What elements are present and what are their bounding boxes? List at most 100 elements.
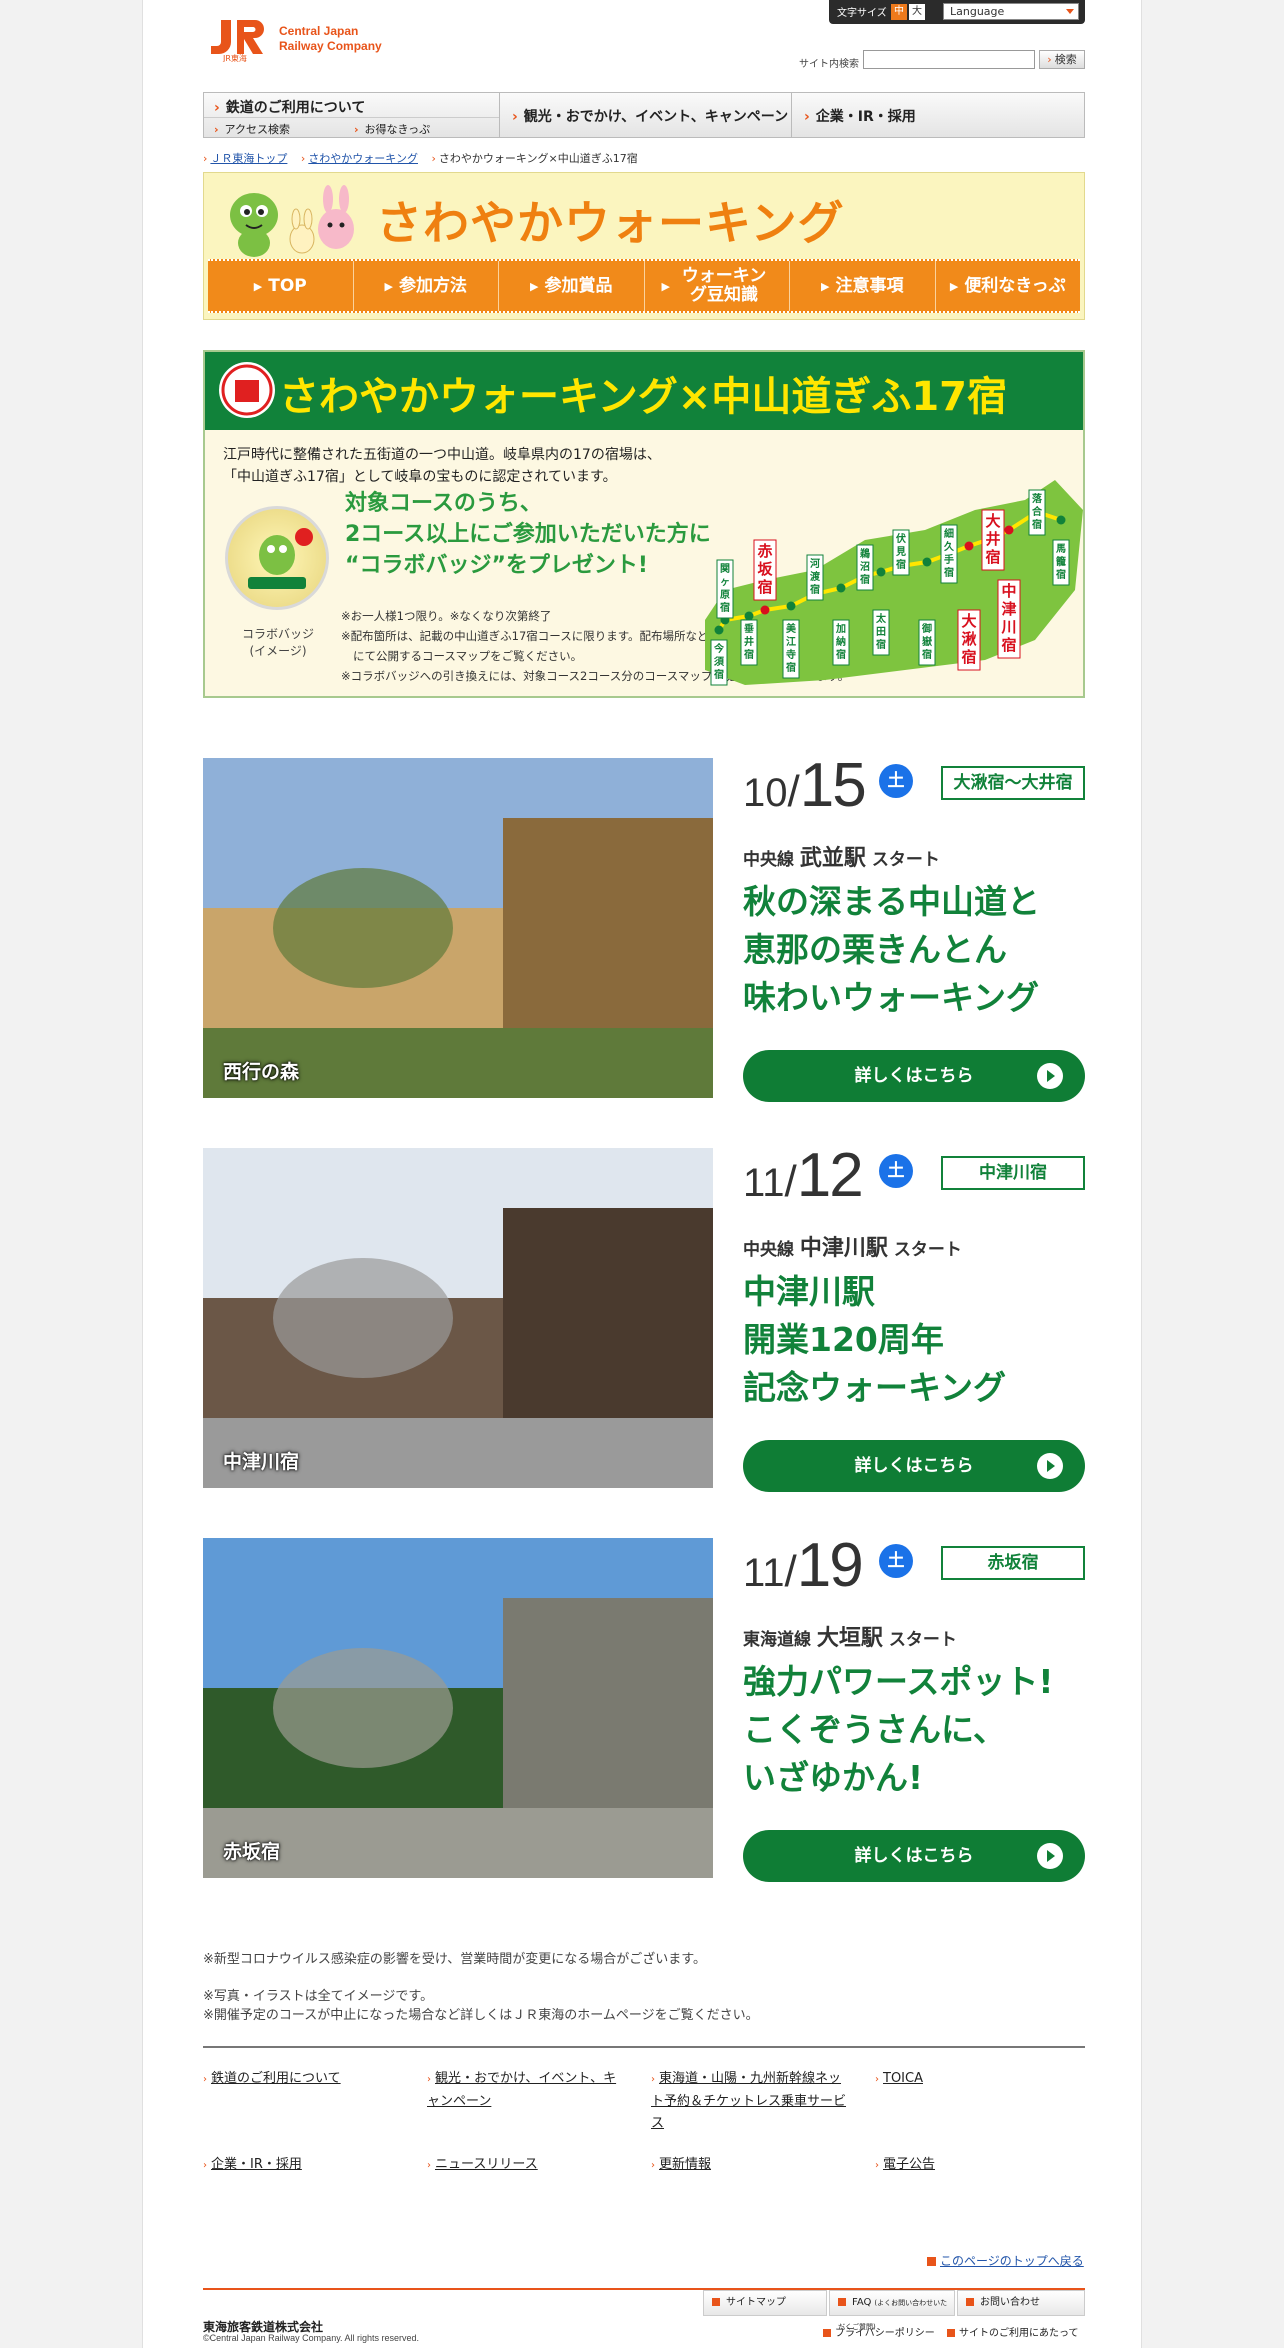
footer-link-shinkansen[interactable]: › 東海道・山陽・九州新幹線ネット予約＆チケットレス乗車サービス xyxy=(651,2068,851,2135)
bullet-icon: › xyxy=(203,2074,207,2085)
event-title-line1: 強力パワースポット! xyxy=(743,1662,1054,1701)
station-label: 赤坂宿 xyxy=(753,539,777,601)
gnav-tourism-label: 観光・おでかけ、イベント、キャンペーン xyxy=(523,109,789,125)
event-line-name: 中央線 xyxy=(743,1240,794,1260)
event-day: 15 xyxy=(799,751,867,820)
footer-tab-contact[interactable]: お問い合わせ xyxy=(957,2290,1085,2316)
event-start-station: 中央線 中津川駅 スタート xyxy=(743,1230,962,1262)
walking-nav-how-to-join[interactable]: ▶ 参加方法 xyxy=(354,261,499,311)
breadcrumb: › ＪＲ東海トップ › さわやかウォーキング › さわやかウォーキング×中山道ぎふ17… xyxy=(203,150,638,166)
footer-link-corporate[interactable]: › 企業・IR・採用 xyxy=(203,2154,403,2177)
event-date: 11/12 xyxy=(743,1141,864,1210)
footer-link-toica[interactable]: › TOICA xyxy=(875,2068,1075,2091)
back-to-top-label: このページのトップへ戻る xyxy=(940,2254,1084,2268)
event-title-line2: こくぞうさんに、 xyxy=(743,1710,1007,1749)
terms-label: サイトのご利用にあたって xyxy=(959,2328,1079,2339)
event-line-name: 東海道線 xyxy=(743,1630,811,1650)
bullet-icon: › xyxy=(651,2074,655,2085)
breadcrumb-walking[interactable]: さわやかウォーキング xyxy=(308,152,418,165)
search-button-label: 検索 xyxy=(1054,53,1077,66)
walking-nav-top[interactable]: ▶ TOP xyxy=(208,261,354,311)
event-post-town-tag: 中津川宿 xyxy=(941,1156,1085,1190)
event-photo: 西行の森 xyxy=(203,758,713,1098)
event-weekday-badge: 土 xyxy=(879,764,913,798)
search-button[interactable]: 検索 xyxy=(1039,50,1085,69)
breadcrumb-home[interactable]: ＪＲ東海トップ xyxy=(210,152,287,165)
event-details-button[interactable]: 詳しくはこちら xyxy=(743,1440,1085,1492)
walking-nav-prizes[interactable]: ▶ 参加賞品 xyxy=(499,261,645,311)
collab-campaign: さわやかウォーキング×中山道ぎふ17宿 江戸時代に整備された五街道の一つ中山道。… xyxy=(203,350,1085,698)
walking-nav-tickets[interactable]: ▶ 便利なきっぷ xyxy=(936,261,1081,311)
event-month: 11 xyxy=(743,1551,785,1595)
station-label: 御嶽宿 xyxy=(918,619,936,666)
station-name: 落合宿 xyxy=(1031,492,1043,531)
station-label: 大井宿 xyxy=(981,509,1005,571)
global-nav: › 鉄道のご利用について › アクセス検索 › お得なきっぷ › 観光・おでかけ、イベン… xyxy=(203,92,1085,138)
footer-link-tourism-label: 観光・おでかけ、イベント、キャンペーン xyxy=(427,2071,617,2109)
gnav-tourism[interactable]: › 観光・おでかけ、イベント、キャンペーン xyxy=(500,93,792,137)
nakasendo-route-map: 今須宿関ヶ原宿垂井宿赤坂宿美江寺宿河渡宿加納宿鵜沼宿太田宿伏見宿御嶽宿細久手宿大… xyxy=(705,480,1083,686)
station-name: 大井宿 xyxy=(985,512,1000,566)
collab-intro: 江戸時代に整備された五街道の一つ中山道。岐阜県内の17の宿場は、 「中山道ぎふ1… xyxy=(223,444,661,488)
play-icon: ▶ xyxy=(949,279,959,293)
collab-badge-image xyxy=(225,506,329,610)
station-label: 伏見宿 xyxy=(892,529,910,576)
station-name: 中津川宿 xyxy=(1000,582,1016,654)
footer-divider xyxy=(203,2046,1085,2048)
search-label: サイト内検索 xyxy=(799,59,859,70)
walking-nav-cautions-label: 注意事項 xyxy=(835,275,904,296)
bullet-icon: › xyxy=(300,152,306,165)
back-to-top-link[interactable]: このページのトップへ戻る xyxy=(927,2252,1084,2269)
badge-caption-line2: (イメージ) xyxy=(249,644,307,658)
station-dot xyxy=(1004,525,1014,535)
station-label: 落合宿 xyxy=(1028,489,1046,536)
event-start-station: 中央線 武並駅 スタート xyxy=(743,840,940,872)
station-label: 細久手宿 xyxy=(940,524,958,584)
site-search-input[interactable] xyxy=(863,50,1035,69)
footer-link-corporate-label: 企業・IR・採用 xyxy=(211,2157,302,2172)
footer-link-railway[interactable]: › 鉄道のご利用について xyxy=(203,2068,403,2091)
walking-nav-prizes-label: 参加賞品 xyxy=(544,275,613,296)
event-station-name: 大垣駅 xyxy=(816,1626,883,1651)
chevron-right-icon: › xyxy=(214,100,220,116)
footer-tab-faq-label: FAQ xyxy=(852,2297,872,2308)
gnav-railway-link[interactable]: › 鉄道のご利用について xyxy=(214,97,365,117)
walking-nav-top-label: TOP xyxy=(268,275,307,296)
footer-note-images: ※写真・イラストは全てイメージです。 xyxy=(203,1989,434,2004)
station-dot xyxy=(964,541,974,551)
gnav-tickets-link[interactable]: › お得なきっぷ xyxy=(354,121,430,137)
fontsize-large-button[interactable]: 大 xyxy=(909,4,925,20)
walking-nav-tips[interactable]: ▶ ウォーキング豆知識 xyxy=(645,261,790,311)
privacy-policy-link[interactable]: プライバシーポリシー xyxy=(823,2324,935,2339)
page: JR東海 Central Japan Railway Company 文字サイズ… xyxy=(142,0,1142,2348)
arrow-right-circle-icon xyxy=(1037,1843,1063,1869)
walking-nav-how-to-join-label: 参加方法 xyxy=(398,275,467,296)
footer-link-updates-label: 更新情報 xyxy=(659,2157,712,2172)
footer-link-railway-label: 鉄道のご利用について xyxy=(211,2071,341,2086)
fontsize-medium-button[interactable]: 中 xyxy=(891,4,907,20)
footer-link-public-notice[interactable]: › 電子公告 xyxy=(875,2154,1075,2177)
station-dot xyxy=(922,557,932,567)
event-title: 中津川駅 開業120周年 記念ウォーキング xyxy=(743,1268,1006,1412)
gnav-corporate[interactable]: › 企業・IR・採用 xyxy=(792,93,1084,137)
jr-central-logo[interactable]: JR東海 xyxy=(209,18,271,62)
play-icon: ▶ xyxy=(661,279,670,293)
square-bullet-icon xyxy=(712,2298,720,2306)
footer-tab-faq[interactable]: FAQ (よくお問い合わせいただくご質問) xyxy=(829,2290,955,2331)
gnav-access-search-link[interactable]: › アクセス検索 xyxy=(214,121,290,137)
terms-link[interactable]: サイトのご利用にあたって xyxy=(947,2324,1079,2339)
event-details-button[interactable]: 詳しくはこちら xyxy=(743,1050,1085,1102)
walking-nav-cautions[interactable]: ▶ 注意事項 xyxy=(790,261,936,311)
footer-tab-sitemap[interactable]: サイトマップ xyxy=(703,2290,827,2316)
station-label: 大湫宿 xyxy=(957,609,981,671)
footer-link-updates[interactable]: › 更新情報 xyxy=(651,2154,851,2177)
footer-link-news[interactable]: › ニュースリリース xyxy=(427,2154,627,2177)
footer-link-tourism[interactable]: › 観光・おでかけ、イベント、キャンペーン xyxy=(427,2068,627,2113)
language-select[interactable]: Language xyxy=(943,3,1079,20)
event-date: 10/15 xyxy=(743,751,867,820)
event-details-button-label: 詳しくはこちら xyxy=(854,1846,974,1866)
event-details-button[interactable]: 詳しくはこちら xyxy=(743,1830,1085,1882)
chevron-right-icon: › xyxy=(214,123,219,136)
station-label: 加納宿 xyxy=(832,619,850,666)
collab-intro-line1: 江戸時代に整備された五街道の一つ中山道。岐阜県内の17の宿場は、 xyxy=(223,447,661,463)
